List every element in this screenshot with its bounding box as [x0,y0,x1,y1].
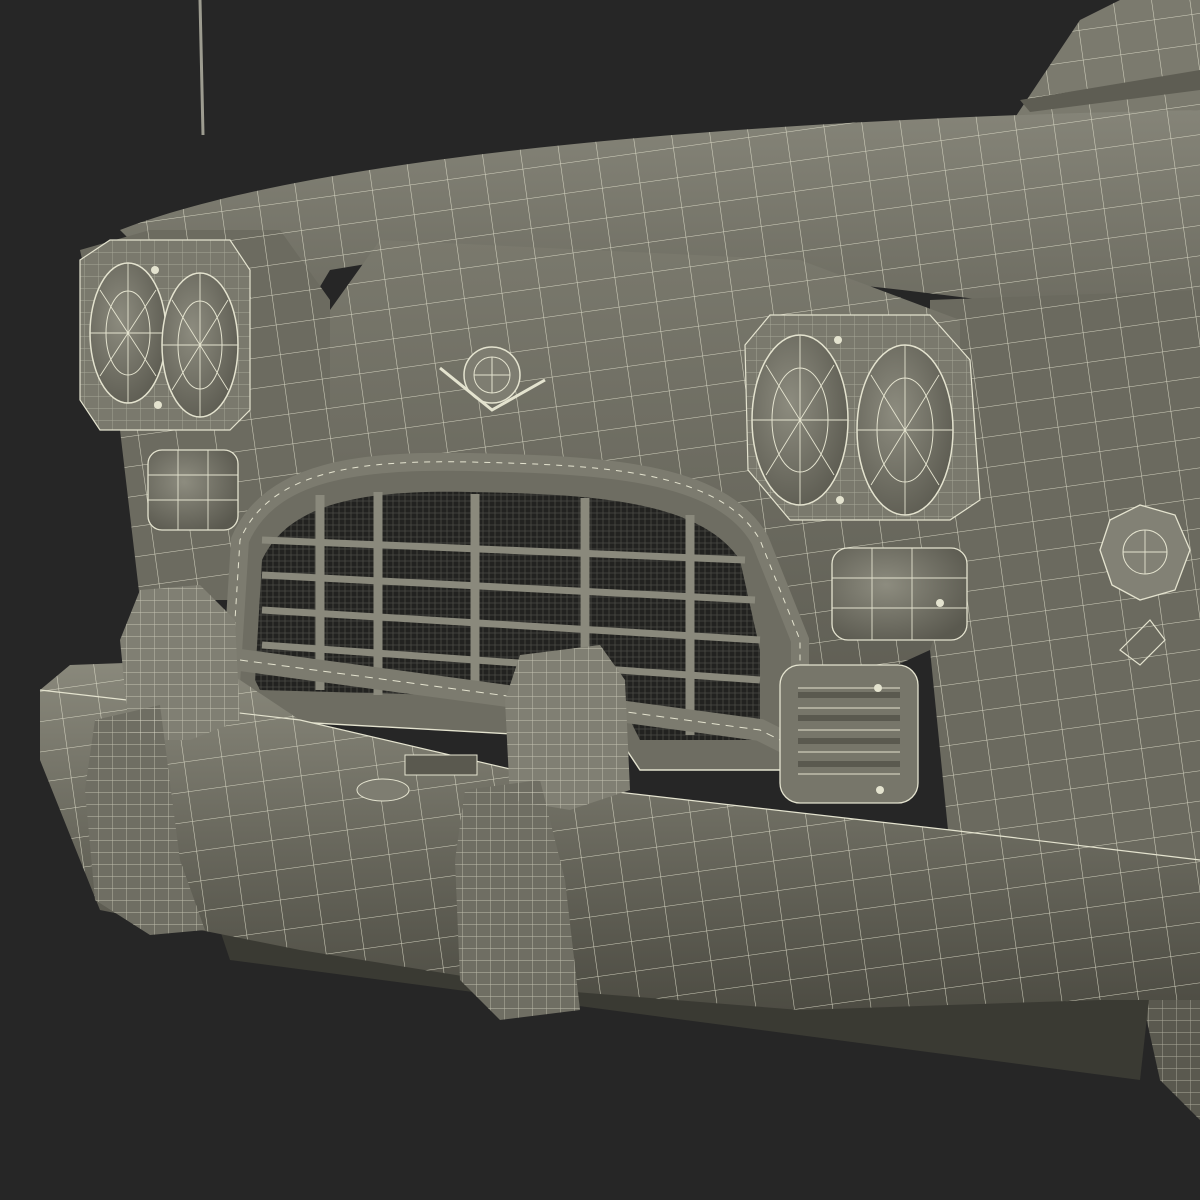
headlight-lens [856,344,954,516]
car-wireframe-render [0,0,1200,1200]
headlight-lens [161,272,239,418]
left-fog-lamp [147,449,239,531]
headlight-lens [89,262,167,404]
wireframe-render-viewport [0,0,1200,1200]
right-fog-lamp [831,547,968,641]
headlight-lens [751,334,849,506]
right-air-vent [779,664,919,804]
